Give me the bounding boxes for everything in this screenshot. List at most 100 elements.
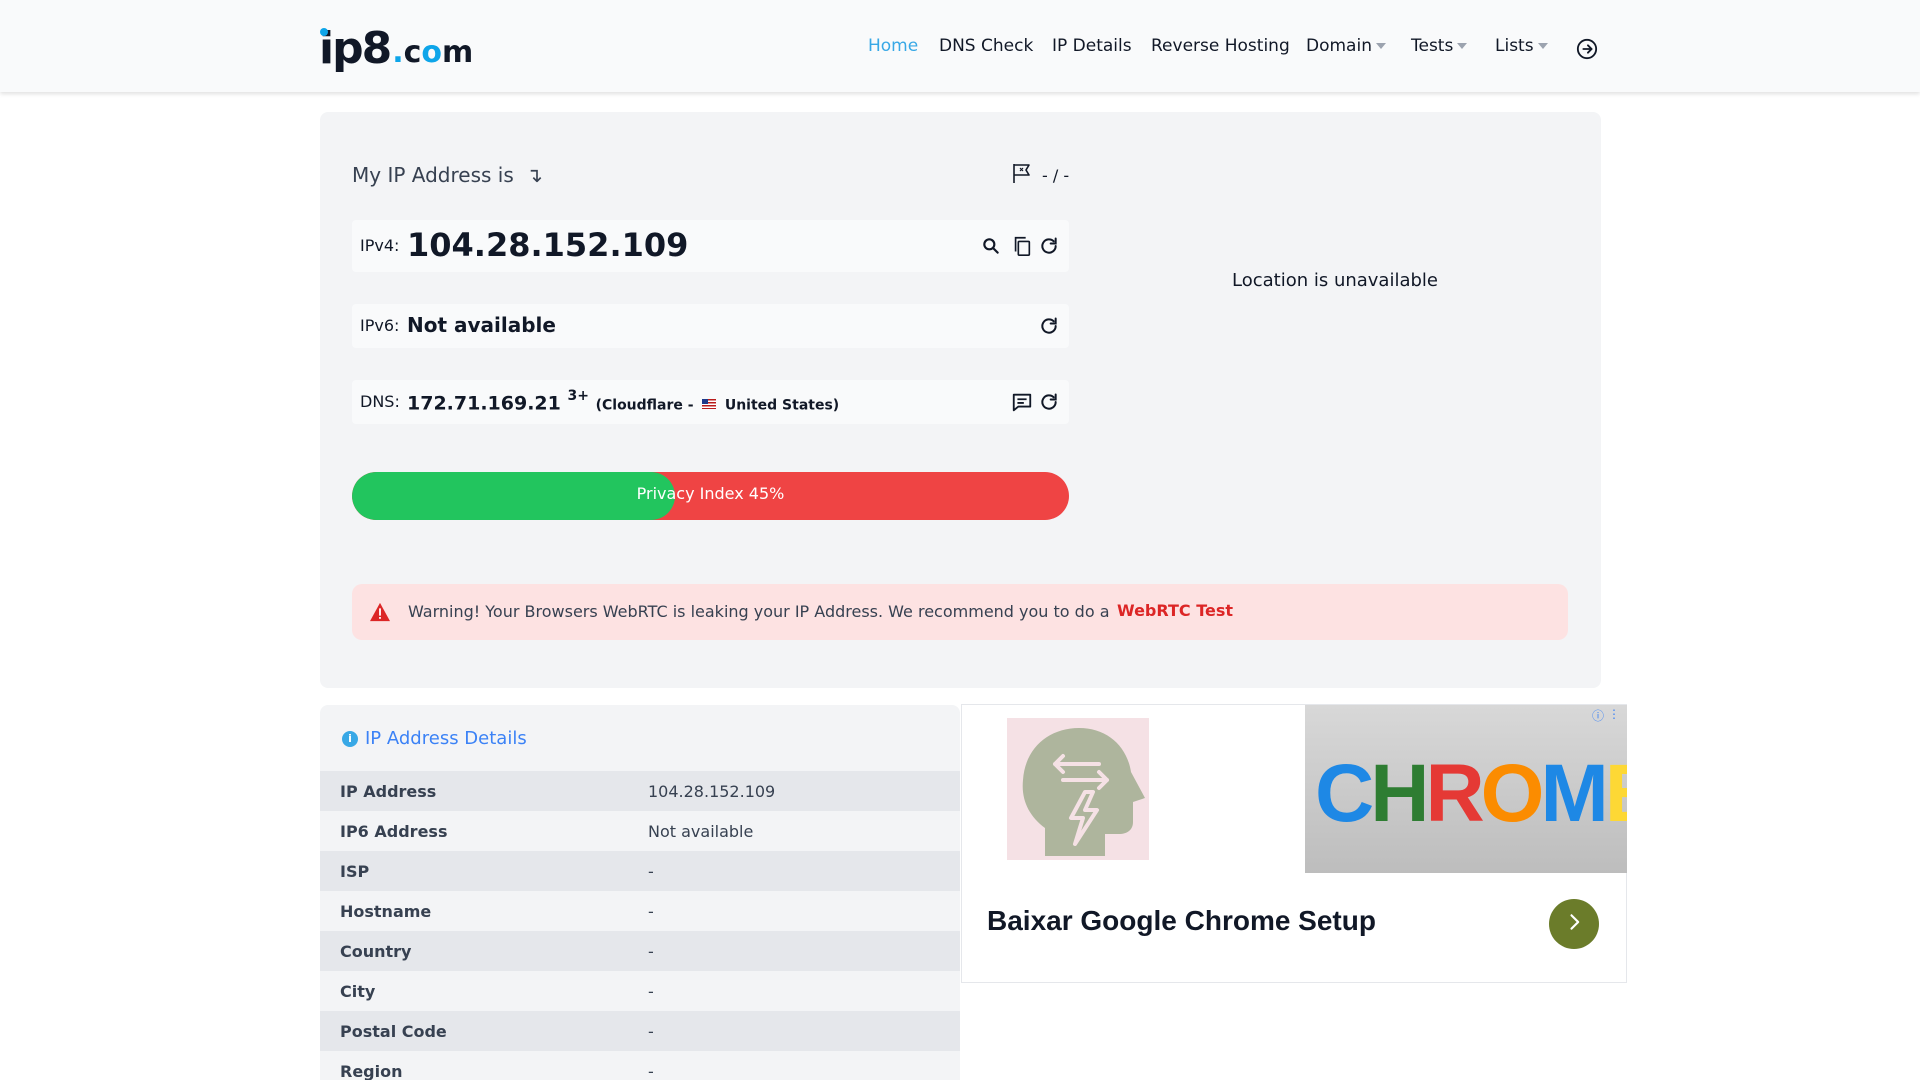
nav-reverse-hosting[interactable]: Reverse Hosting <box>1151 36 1290 56</box>
row-value: 104.28.152.109 <box>648 782 776 801</box>
logo-o: o <box>421 35 443 70</box>
site-logo[interactable]: ip8 .com <box>319 27 473 71</box>
nav-tests[interactable]: Tests <box>1411 36 1468 56</box>
nav-domain-label: Domain <box>1306 36 1372 56</box>
table-row: City - <box>320 971 960 1011</box>
ad-info-icon[interactable]: ⓘ <box>1592 707 1604 724</box>
ad-chrome-image: CHROME <box>1305 705 1627 873</box>
ad-title[interactable]: Baixar Google Chrome Setup <box>987 905 1376 937</box>
table-row: Postal Code - <box>320 1011 960 1051</box>
chevron-down-icon <box>1457 43 1468 49</box>
advertisement[interactable]: CHROME ⓘ⋮ Baixar Google Chrome Setup <box>961 704 1627 983</box>
copy-icon[interactable] <box>1011 235 1033 261</box>
row-key: Postal Code <box>340 1022 447 1041</box>
privacy-index-label: Privacy Index 45% <box>636 484 785 503</box>
logo-m: m <box>442 35 474 70</box>
arrow-down-right-icon: ↴ <box>526 163 543 187</box>
logo-com: .com <box>392 35 473 71</box>
logout-icon[interactable] <box>1576 38 1598 64</box>
info-icon: i <box>342 730 358 747</box>
row-value: Not available <box>648 822 754 841</box>
logo-dot: . <box>392 35 404 70</box>
nav-home[interactable]: Home <box>868 36 918 56</box>
row-key: Region <box>340 1062 403 1080</box>
row-key: IP6 Address <box>340 822 448 841</box>
row-value: - <box>648 942 654 961</box>
ip-address-details: i IP Address Details IP Address 104.28.15… <box>320 705 960 1080</box>
ad-head-image <box>1007 718 1149 860</box>
nav-lists[interactable]: Lists <box>1495 36 1548 56</box>
letter-e: E <box>1605 748 1627 839</box>
row-key: Country <box>340 942 412 961</box>
letter-r: R <box>1425 748 1484 839</box>
refresh-icon[interactable] <box>1039 236 1059 260</box>
letter-o: O <box>1480 748 1545 839</box>
table-row: IP6 Address Not available <box>320 811 960 851</box>
message-icon[interactable] <box>1011 391 1033 417</box>
dns-count: 3+ <box>567 388 589 404</box>
my-ip-heading: My IP Address is ↴ <box>352 163 543 187</box>
ipv6-label: IPv6: <box>360 316 400 335</box>
logo-ip: ip8 <box>319 27 392 71</box>
chevron-down-icon <box>1375 43 1386 49</box>
dns-value-group: 172.71.169.21 3+ (Cloudflare - United St… <box>407 388 840 415</box>
row-value: - <box>648 982 654 1001</box>
ad-arrow-button[interactable] <box>1549 899 1599 949</box>
row-key: City <box>340 982 376 1001</box>
location-status: Location is unavailable <box>1231 270 1438 291</box>
row-key: Hostname <box>340 902 432 921</box>
warning-text: Warning! Your Browsers WebRTC is leaking… <box>408 602 1110 621</box>
logo-ip-dot <box>320 28 328 36</box>
ipv4-label: IPv4: <box>360 236 400 255</box>
chevron-right-icon <box>1564 912 1584 936</box>
refresh-icon[interactable] <box>1039 392 1059 416</box>
table-row: Hostname - <box>320 891 960 931</box>
flag-icon <box>1010 161 1034 189</box>
dns-label: DNS: <box>360 392 400 411</box>
letter-c: C <box>1315 748 1374 839</box>
row-key: ISP <box>340 862 370 881</box>
my-ip-label: My IP Address is <box>352 163 514 187</box>
chevron-down-icon <box>1537 43 1548 49</box>
nav-lists-label: Lists <box>1495 36 1534 56</box>
dns-country: United States) <box>724 397 840 414</box>
webrtc-test-link[interactable]: WebRTC Test <box>1117 601 1233 620</box>
ipv4-row: IPv4: 104.28.152.109 <box>352 220 1069 272</box>
dns-value: 172.71.169.21 <box>407 392 561 415</box>
header: ip8 .com Home DNS Check IP Details Rever… <box>0 0 1920 92</box>
table-row: IP Address 104.28.152.109 <box>320 771 960 811</box>
ipv6-row: IPv6: Not available <box>352 304 1069 348</box>
row-key: IP Address <box>340 782 437 801</box>
nav-ip-details[interactable]: IP Details <box>1052 36 1132 56</box>
webrtc-warning: Warning! Your Browsers WebRTC is leaking… <box>352 584 1568 640</box>
details-title: i IP Address Details <box>342 728 527 749</box>
dns-provider: (Cloudflare - <box>595 397 694 414</box>
ad-choices-icon[interactable]: ⓘ ⋮ <box>1592 707 1620 724</box>
refresh-icon[interactable] <box>1039 316 1059 340</box>
chrome-letters: CHROME <box>1315 747 1627 841</box>
logo-ip-text: ip8 <box>319 23 392 74</box>
us-flag-icon <box>702 398 717 409</box>
ad-menu-icon[interactable]: ⋮ <box>1608 707 1620 724</box>
table-row: Country - <box>320 931 960 971</box>
search-icon[interactable] <box>981 236 1001 260</box>
ipv6-value: Not available <box>407 313 556 337</box>
privacy-index-bar: Privacy Index 45% <box>352 472 1069 520</box>
details-title-text: IP Address Details <box>365 728 527 749</box>
ipv4-value: 104.28.152.109 <box>407 226 689 264</box>
row-value: - <box>648 1022 654 1041</box>
flag-location-text: - / - <box>1042 165 1070 185</box>
letter-m: M <box>1540 748 1608 839</box>
nav-domain[interactable]: Domain <box>1306 36 1386 56</box>
table-row: Region - <box>320 1051 960 1080</box>
letter-h: H <box>1370 748 1429 839</box>
warning-icon <box>369 602 391 626</box>
nav-dns-check[interactable]: DNS Check <box>939 36 1033 56</box>
dns-row: DNS: 172.71.169.21 3+ (Cloudflare - Unit… <box>352 380 1069 424</box>
row-value: - <box>648 1062 654 1080</box>
table-row: ISP - <box>320 851 960 891</box>
row-value: - <box>648 862 654 881</box>
nav-tests-label: Tests <box>1411 36 1454 56</box>
flag-location: - / - <box>1010 161 1069 189</box>
row-value: - <box>648 902 654 921</box>
